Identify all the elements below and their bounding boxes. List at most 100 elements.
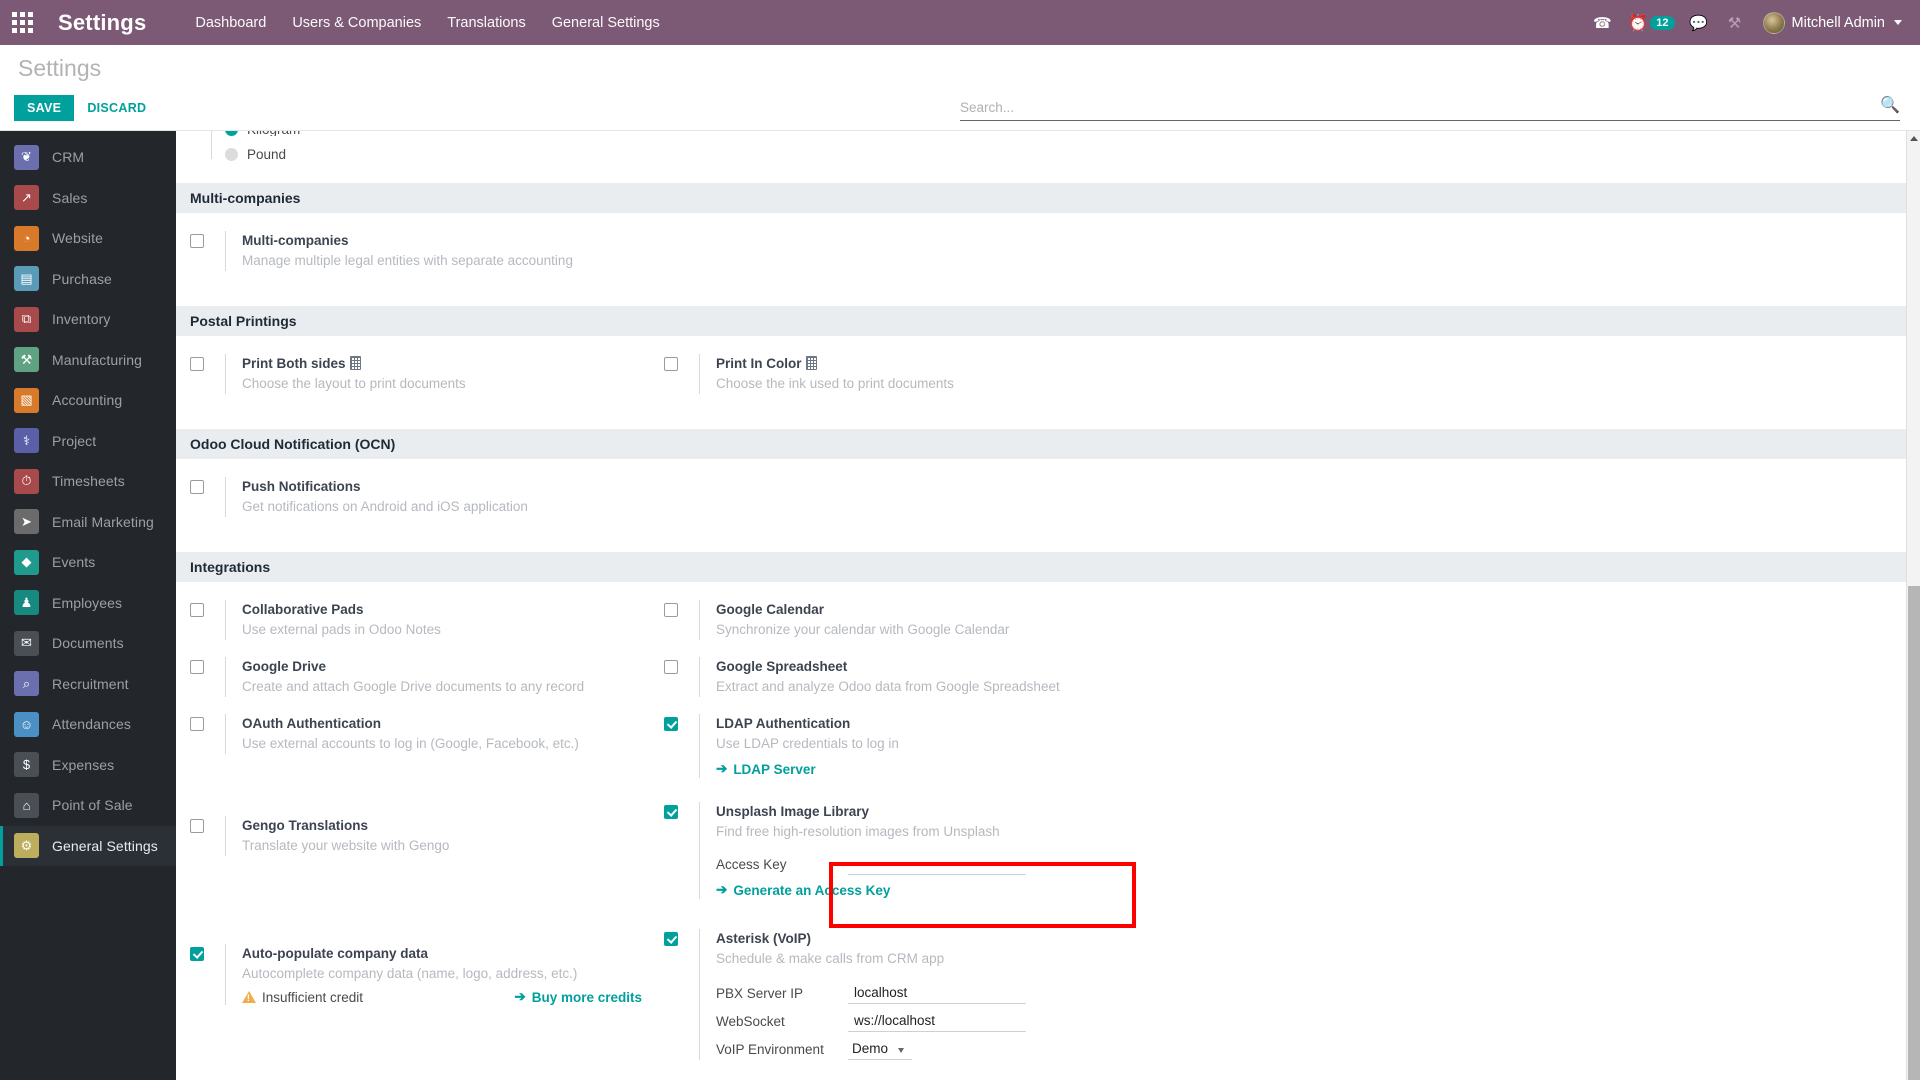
radio-selected-icon — [225, 131, 238, 136]
sidebar-item-accounting[interactable]: ▧ Accounting — [0, 380, 176, 421]
checkbox-unsplash-image-library[interactable] — [664, 805, 678, 819]
menu-item-users-companies[interactable]: Users & Companies — [279, 0, 434, 45]
checkbox-collaborative-pads[interactable] — [190, 603, 204, 617]
setting-title: Collaborative Pads — [242, 602, 364, 617]
units-of-measure-partial: Kilogram Pound — [176, 131, 1906, 181]
checkbox-print-both-sides[interactable] — [190, 357, 204, 371]
sidebar-item-attendances[interactable]: ☺ Attendances — [0, 704, 176, 745]
sidebar-item-events[interactable]: ◆ Events — [0, 542, 176, 583]
sidebar-item-label: CRM — [52, 149, 85, 166]
sidebar-item-website[interactable]: ◔ Website — [0, 218, 176, 259]
sidebar-item-crm[interactable]: ❦ CRM — [0, 137, 176, 178]
apps-grid-icon[interactable] — [0, 0, 45, 45]
checkbox-oauth-authentication[interactable] — [190, 717, 204, 731]
checkbox-google-spreadsheet[interactable] — [664, 660, 678, 674]
menu-item-dashboard[interactable]: Dashboard — [182, 0, 279, 45]
settings-content: Kilogram Pound Multi-companiesMulti-comp… — [176, 131, 1920, 1080]
setting-title-text: Print Both sides — [242, 356, 346, 371]
setting-title: LDAP Authentication — [716, 716, 851, 731]
sidebar-item-email-marketing[interactable]: ➤ Email Marketing — [0, 502, 176, 543]
scrollbar-thumb[interactable] — [1908, 586, 1920, 1080]
setting-description: Create and attach Google Drive documents… — [242, 679, 585, 694]
checkbox-gengo-translations[interactable] — [190, 819, 204, 833]
sidebar-item-inventory[interactable]: ⧉ Inventory — [0, 299, 176, 340]
setting-title: OAuth Authentication — [242, 716, 381, 731]
setting-collaborative-pads[interactable]: Collaborative Pads Use external pads in … — [190, 600, 650, 640]
buy-more-credits-link[interactable]: ➔ Buy more credits — [514, 989, 642, 1005]
setting-title: Multi-companies — [242, 231, 573, 250]
checkbox-multi-companies[interactable] — [190, 234, 204, 248]
app-brand-title[interactable]: Settings — [58, 10, 146, 36]
vertical-scrollbar[interactable] — [1906, 131, 1920, 1080]
setting-multi-companies[interactable]: Multi-companies Manage multiple legal ent… — [190, 231, 650, 271]
sidebar-item-general-settings[interactable]: ⚙ General Settings — [0, 825, 176, 866]
setting-description: Extract and analyze Odoo data from Googl… — [716, 679, 1060, 694]
activity-menu[interactable]: ⏰ 12 — [1620, 13, 1680, 33]
integrations-right-column: Google Calendar Synchronize your calenda… — [650, 600, 1270, 1077]
sidebar-item-recruitment[interactable]: ⌕ Recruitment — [0, 664, 176, 705]
setting-oauth-authentication[interactable]: OAuth Authentication Use external accoun… — [190, 714, 650, 754]
setting-google-calendar[interactable]: Google Calendar Synchronize your calenda… — [664, 600, 1270, 640]
sidebar-item-project[interactable]: ⚕ Project — [0, 421, 176, 462]
ldap-server-label: LDAP Server — [733, 761, 816, 777]
sidebar-item-sales[interactable]: ↗ Sales — [0, 178, 176, 219]
checkbox-google-calendar[interactable] — [664, 603, 678, 617]
search-icon[interactable]: 🔍 — [1880, 95, 1900, 115]
setting-push-notifications[interactable]: Push Notifications Get notifications on A… — [190, 477, 650, 517]
menu-item-general-settings[interactable]: General Settings — [539, 0, 673, 45]
sidebar-item-label: Purchase — [52, 270, 112, 287]
search-input[interactable] — [960, 100, 1873, 115]
voip-environment-select[interactable]: DemoProductionTest — [848, 1039, 912, 1060]
setting-title: Google Drive — [242, 659, 327, 674]
sidebar-item-timesheets[interactable]: ⏱ Timesheets — [0, 461, 176, 502]
unit-option-pound[interactable]: Pound — [225, 144, 1906, 165]
sidebar-item-documents[interactable]: ✉ Documents — [0, 623, 176, 664]
access-key-input[interactable] — [848, 854, 1026, 875]
checkbox-auto-populate-company-data[interactable] — [190, 947, 204, 961]
warning-triangle-icon — [242, 991, 256, 1003]
sidebar-item-purchase[interactable]: ▤ Purchase — [0, 259, 176, 300]
setting-ldap-authentication[interactable]: LDAP Authentication Use LDAP credentials… — [664, 714, 1270, 778]
checkbox-print-in-color[interactable] — [664, 357, 678, 371]
project-icon: ⚕ — [14, 428, 39, 454]
sidebar-item-expenses[interactable]: $ Expenses — [0, 745, 176, 786]
setting-unsplash-image-library[interactable]: Unsplash Image Library Find free high-re… — [664, 802, 1270, 899]
sidebar-item-manufacturing[interactable]: ⚒ Manufacturing — [0, 340, 176, 381]
sidebar: ❦ CRM ↗ Sales ◔ Website ▤ Purchase ⧉ Inventory ⚒ Ma… — [0, 131, 176, 1080]
unit-option-kilogram[interactable]: Kilogram — [225, 131, 1906, 136]
pbx-server-ip-input[interactable] — [848, 983, 1026, 1004]
generate-access-key-link[interactable]: ➔ Generate an Access Key — [716, 882, 890, 898]
setting-asterisk-voip[interactable]: Asterisk (VoIP) Schedule & make calls fr… — [664, 929, 1270, 1060]
scroll-up-arrow[interactable] — [1907, 131, 1920, 146]
menu-item-translations[interactable]: Translations — [434, 0, 538, 45]
save-button[interactable]: SAVE — [14, 95, 75, 121]
website-icon: ◔ — [14, 225, 39, 251]
setting-google-spreadsheet[interactable]: Google Spreadsheet Extract and analyze O… — [664, 657, 1270, 697]
messages-icon[interactable]: 💬 — [1681, 0, 1717, 45]
sidebar-item-employees[interactable]: ♟ Employees — [0, 583, 176, 624]
setting-print-in-color[interactable]: Print In Color Choose the ink used to pri… — [664, 354, 1270, 394]
phone-icon[interactable]: ☎ — [1584, 0, 1620, 45]
ldap-server-link[interactable]: ➔ LDAP Server — [716, 761, 816, 777]
websocket-input[interactable] — [848, 1011, 1026, 1032]
checkbox-google-drive[interactable] — [190, 660, 204, 674]
user-menu[interactable]: Mitchell Admin — [1762, 11, 1902, 34]
odoo-cloud-notification-left-column: Push Notifications Get notifications on A… — [176, 477, 650, 534]
voip-environment-select-wrap: DemoProductionTest — [848, 1039, 912, 1060]
setting-print-both-sides[interactable]: Print Both sides Choose the layout to pri… — [190, 354, 650, 394]
sidebar-item-label: Recruitment — [52, 675, 129, 692]
setting-gengo-translations[interactable]: Gengo Translations Translate your websit… — [190, 816, 650, 856]
documents-icon: ✉ — [14, 630, 39, 656]
checkbox-asterisk-voip[interactable] — [664, 932, 678, 946]
general-settings-icon: ⚙ — [14, 833, 39, 859]
discard-button[interactable]: DISCARD — [78, 95, 155, 121]
purchase-icon: ▤ — [14, 266, 39, 292]
setting-auto-populate-company-data[interactable]: Auto-populate company data Autocomplete … — [190, 944, 650, 1005]
setting-description: Use external pads in Odoo Notes — [242, 622, 441, 637]
checkbox-ldap-authentication[interactable] — [664, 717, 678, 731]
checkbox-push-notifications[interactable] — [190, 480, 204, 494]
setting-google-drive[interactable]: Google Drive Create and attach Google Dr… — [190, 657, 650, 697]
debug-tools-icon[interactable]: ⚒ — [1717, 0, 1753, 45]
sidebar-item-point-of-sale[interactable]: ⌂ Point of Sale — [0, 785, 176, 826]
warning-label: Insufficient credit — [262, 989, 364, 1005]
